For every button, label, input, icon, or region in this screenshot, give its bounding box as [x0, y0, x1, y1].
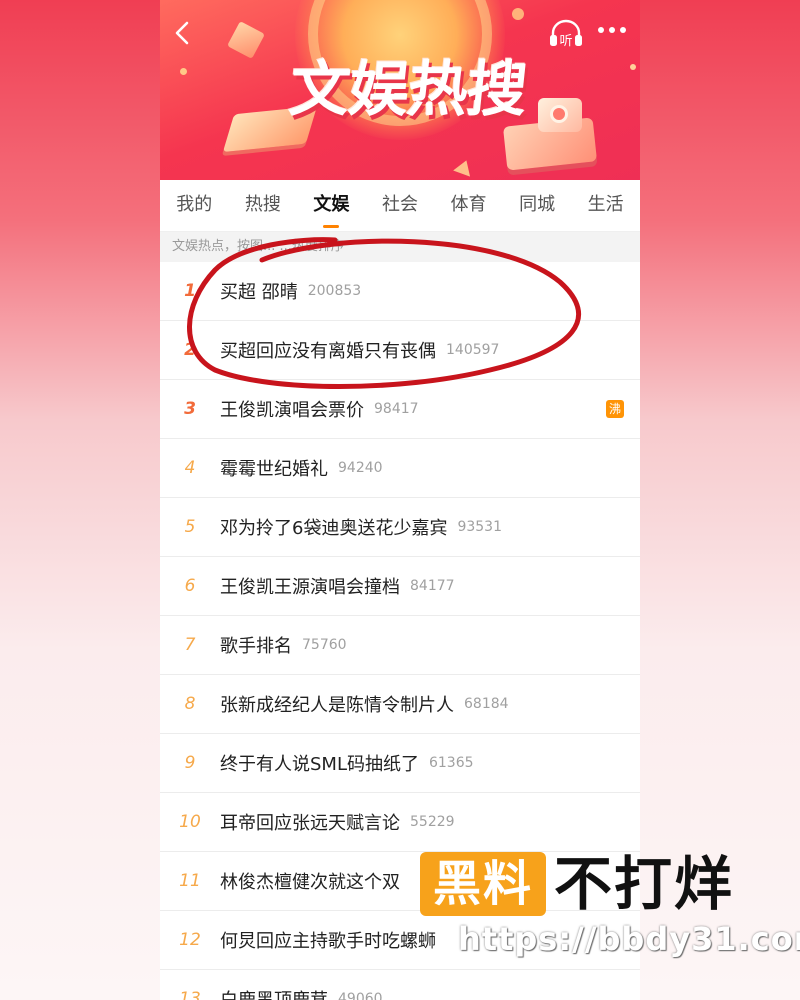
heat-count: 75760 — [302, 637, 347, 653]
tab-2[interactable]: 文娱 — [309, 180, 353, 232]
list-item[interactable]: 13 白鹿黑顶鹿茸 49060 — [160, 970, 640, 1000]
chevron-left-icon — [175, 21, 189, 45]
watermark-logo-box: 黑料 — [420, 852, 546, 916]
topic-title: 买超回应没有离婚只有丧偶 — [220, 341, 436, 362]
topic-title: 邓为拎了6袋迪奥送花少嘉宾 — [220, 518, 448, 539]
page-title: 文娱热搜 — [286, 55, 530, 125]
topic-title: 歌手排名 — [220, 636, 292, 657]
topic-title: 张新成经纪人是陈情令制片人 — [220, 695, 454, 716]
heat-count: 93531 — [457, 519, 502, 535]
rank-number: 11 — [179, 871, 201, 891]
back-button[interactable] — [168, 18, 198, 48]
dot-decoration — [630, 64, 636, 70]
list-item[interactable]: 8 张新成经纪人是陈情令制片人 68184 — [160, 675, 640, 734]
listen-label: 听 — [559, 34, 572, 48]
heat-count: 55229 — [410, 814, 455, 830]
topic-title: 林俊杰檀健次就这个双 — [220, 872, 400, 893]
topic-title: 耳帝回应张远天赋言论 — [220, 813, 400, 834]
list-item[interactable]: 6 王俊凯王源演唱会撞档 84177 — [160, 557, 640, 616]
list-item[interactable]: 7 歌手排名 75760 — [160, 616, 640, 675]
heat-count: 200853 — [307, 283, 362, 299]
notice-bar: 文娱热点，按图... ...热度排序 — [160, 232, 640, 262]
topic-title: 终于有人说SML码抽纸了 — [220, 754, 419, 775]
heat-count: 84177 — [410, 578, 455, 594]
topic-title: 何炅回应主持歌手时吃螺蛳 — [220, 931, 436, 952]
more-button[interactable] — [592, 16, 632, 46]
topic-title: 王俊凯演唱会票价 — [220, 400, 364, 421]
watermark-text: 不打烊 — [554, 850, 735, 918]
heat-count: 49060 — [338, 991, 383, 1000]
cube-decoration — [227, 21, 265, 59]
watermark: 黑料 不打烊 — [420, 848, 760, 928]
category-tabs: 我的 热搜 文娱 社会 体育 同城 生活 — [160, 180, 640, 232]
tab-1[interactable]: 热搜 — [241, 180, 285, 232]
rank-number: 2 — [184, 340, 196, 360]
rank-number: 13 — [179, 989, 201, 1000]
rank-number: 9 — [184, 753, 196, 773]
rank-number: 12 — [179, 930, 201, 950]
triangle-decoration — [453, 157, 475, 177]
heat-count: 98417 — [374, 401, 419, 417]
tab-5[interactable]: 同城 — [515, 180, 559, 232]
watermark-url: https://bbdy31.com — [458, 920, 800, 958]
topic-title: 王俊凯王源演唱会撞档 — [220, 577, 400, 598]
hot-badge: 沸 — [606, 400, 624, 418]
tab-0[interactable]: 我的 — [172, 180, 216, 232]
rank-number: 6 — [184, 576, 196, 596]
rank-number: 5 — [184, 517, 196, 537]
headphones-icon: 听 — [550, 19, 582, 49]
heat-count: 61365 — [428, 755, 474, 771]
heat-count: 140597 — [446, 342, 500, 358]
more-dots-icon — [598, 27, 626, 33]
topic-title: 白鹿黑顶鹿茸 — [220, 986, 328, 1000]
rank-number: 7 — [184, 635, 196, 655]
list-item[interactable]: 9 终于有人说SML码抽纸了 61365 — [160, 734, 640, 793]
rank-number: 4 — [184, 458, 196, 478]
tab-3[interactable]: 社会 — [378, 180, 422, 232]
list-item[interactable]: 3 王俊凯演唱会票价 98417 沸 — [160, 380, 640, 439]
topic-title: 买超 邵晴 — [220, 282, 298, 303]
list-item[interactable]: 2 买超回应没有离婚只有丧偶 140597 — [160, 321, 640, 380]
list-item[interactable]: 10 耳帝回应张远天赋言论 55229 — [160, 793, 640, 852]
topic-title: 霉霉世纪婚礼 — [220, 459, 328, 480]
header-banner: 听 文娱热搜 — [160, 0, 640, 180]
heat-count: 68184 — [464, 696, 509, 712]
dot-decoration — [512, 8, 524, 20]
rank-number: 1 — [184, 281, 196, 301]
dot-decoration — [180, 68, 187, 75]
listen-button[interactable]: 听 — [548, 18, 584, 49]
rank-number: 10 — [179, 812, 201, 832]
tab-4[interactable]: 体育 — [447, 180, 491, 232]
list-item[interactable]: 5 邓为拎了6袋迪奥送花少嘉宾 93531 — [160, 498, 640, 557]
list-item[interactable]: 4 霉霉世纪婚礼 94240 — [160, 439, 640, 498]
list-item[interactable]: 1 买超 邵晴 200853 — [160, 262, 640, 321]
rank-number: 8 — [184, 694, 196, 714]
tab-6[interactable]: 生活 — [584, 180, 628, 232]
rank-number: 3 — [184, 399, 196, 419]
heat-count: 94240 — [338, 460, 383, 476]
